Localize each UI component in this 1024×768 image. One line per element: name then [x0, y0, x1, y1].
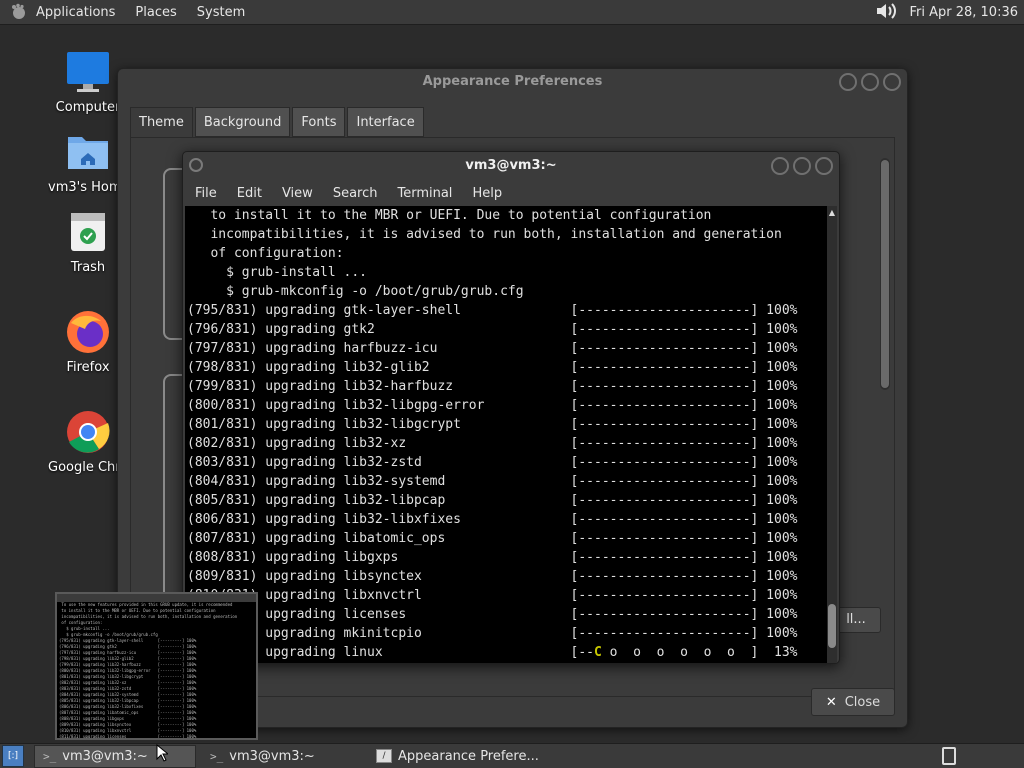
desktop-icon-label: vm3's Home	[48, 180, 128, 195]
terminal-line: (795/831) upgrading gtk-layer-shell [---…	[187, 303, 798, 318]
terminal-line: (812/831) upgrading mkinitcpio [--------…	[187, 626, 798, 641]
task-terminal-1[interactable]: >_ vm3@vm3:~	[34, 744, 196, 768]
monitor-icon	[64, 48, 112, 96]
task-label: vm3@vm3:~	[62, 748, 148, 764]
window-controls	[839, 73, 901, 91]
terminal-line: incompatibilities, it is advised to run …	[187, 227, 782, 242]
terminal-line: (800/831) upgrading lib32-libgpg-error […	[187, 398, 798, 413]
trash-icon	[64, 208, 112, 256]
terminal-screen[interactable]: to install it to the MBR or UEFI. Due to…	[185, 206, 827, 663]
menu-terminal[interactable]: Terminal	[387, 181, 462, 206]
close-icon: ✕	[825, 694, 837, 710]
minimize-button[interactable]	[839, 73, 857, 91]
window-preview-thumbnail[interactable]: To use the new features provided in this…	[55, 592, 258, 740]
terminal-menubar: File Edit View Search Terminal Help	[183, 180, 839, 206]
desktop-icon-label: Computer	[55, 100, 121, 115]
task-label: Appearance Prefere...	[398, 748, 539, 764]
terminal-icon: >_	[210, 749, 224, 763]
trash-applet-icon[interactable]	[942, 747, 956, 765]
panel-right: Fri Apr 28, 10:36	[875, 0, 1020, 25]
desktop-icon-label: Google Chrome	[48, 460, 128, 475]
terminal-menu-icon[interactable]	[189, 158, 203, 172]
menu-places[interactable]: Places	[125, 0, 186, 25]
scrollbar-thumb[interactable]	[828, 604, 836, 648]
tab-interface[interactable]: Interface	[347, 107, 424, 137]
volume-icon[interactable]	[875, 1, 899, 25]
terminal-line: (807/831) upgrading libatomic_ops [-----…	[187, 531, 798, 546]
terminal-line: (811/831) upgrading licenses [----------…	[187, 607, 798, 622]
terminal-line: (804/831) upgrading lib32-systemd [-----…	[187, 474, 798, 489]
maximize-button[interactable]	[793, 157, 811, 175]
terminal-line: (803/831) upgrading lib32-zstd [--------…	[187, 455, 798, 470]
terminal-line: to install it to the MBR or UEFI. Due to…	[187, 208, 712, 223]
terminal-line: (810/831) upgrading libxnvctrl [--------…	[187, 588, 798, 603]
tab-background[interactable]: Background	[194, 107, 291, 137]
desktop-icon-label: Trash	[70, 260, 106, 275]
show-desktop-icon[interactable]: [:]	[2, 745, 24, 767]
thumb-terminal-text: To use the new features provided in this…	[57, 602, 256, 738]
close-button[interactable]: ✕ Close	[811, 688, 895, 716]
terminal-window: vm3@vm3:~ File Edit View Search Terminal…	[182, 151, 840, 664]
top-panel: Applications Places System Fri Apr 28, 1…	[0, 0, 1024, 25]
maximize-button[interactable]	[861, 73, 879, 91]
close-window-button[interactable]	[883, 73, 901, 91]
menu-edit[interactable]: Edit	[227, 181, 272, 206]
window-title[interactable]: Appearance Preferences	[118, 69, 907, 95]
panel-scrollbar[interactable]	[880, 158, 890, 390]
menu-system[interactable]: System	[187, 0, 255, 25]
terminal-line: of configuration:	[187, 246, 344, 261]
terminal-icon: >_	[43, 749, 57, 763]
minimize-button[interactable]	[771, 157, 789, 175]
menu-help[interactable]: Help	[462, 181, 512, 206]
terminal-line: (801/831) upgrading lib32-libgcrypt [---…	[187, 417, 798, 432]
terminal-line: $ grub-mkconfig -o /boot/grub/grub.cfg	[187, 284, 524, 299]
terminal-line: (806/831) upgrading lib32-libxfixes [---…	[187, 512, 798, 527]
terminal-line: (805/831) upgrading lib32-libpcap [-----…	[187, 493, 798, 508]
menu-applications[interactable]: Applications	[30, 0, 125, 25]
close-label: Close	[844, 694, 881, 710]
terminal-line: (797/831) upgrading harfbuzz-icu [------…	[187, 341, 798, 356]
thumb-menubar	[57, 594, 256, 602]
home-folder-icon	[64, 128, 112, 176]
terminal-line: (808/831) upgrading libgxps [-----------…	[187, 550, 798, 565]
terminal-scrollbar[interactable]: ▲	[827, 206, 837, 663]
mouse-cursor	[156, 743, 170, 766]
terminal-line: (798/831) upgrading lib32-glib2 [-------…	[187, 360, 798, 375]
close-window-button[interactable]	[815, 157, 833, 175]
gnome-foot-icon[interactable]	[8, 1, 30, 23]
desktop-icon-label: Firefox	[66, 360, 110, 375]
terminal-line: (809/831) upgrading libsynctex [--------…	[187, 569, 798, 584]
appearance-icon: /	[376, 749, 392, 763]
clock[interactable]: Fri Apr 28, 10:36	[907, 0, 1020, 25]
tab-fonts[interactable]: Fonts	[292, 107, 346, 137]
menu-view[interactable]: View	[272, 181, 323, 206]
firefox-icon	[64, 308, 112, 356]
task-terminal-2[interactable]: >_ vm3@vm3:~	[202, 745, 362, 768]
terminal-line: (813/831) upgrading linux [--C o o o o o…	[187, 645, 798, 660]
scrollbar-thumb[interactable]	[881, 160, 889, 388]
tab-bar: Theme Background Fonts Interface	[130, 107, 426, 139]
terminal-window-controls	[771, 157, 833, 175]
task-label: vm3@vm3:~	[229, 748, 315, 764]
task-appearance[interactable]: / Appearance Prefere...	[368, 745, 547, 768]
terminal-line: $ grub-install ...	[187, 265, 368, 280]
terminal-line: (796/831) upgrading gtk2 [--------------…	[187, 322, 798, 337]
menu-search[interactable]: Search	[323, 181, 388, 206]
terminal-title[interactable]: vm3@vm3:~	[183, 152, 839, 180]
terminal-line: (802/831) upgrading lib32-xz [----------…	[187, 436, 798, 451]
tab-theme[interactable]: Theme	[130, 107, 193, 139]
terminal-line: (799/831) upgrading lib32-harfbuzz [----…	[187, 379, 798, 394]
menu-file[interactable]: File	[185, 181, 227, 206]
scroll-up-arrow[interactable]: ▲	[827, 208, 837, 217]
chrome-icon	[64, 408, 112, 456]
bottom-taskbar: [:] >_ vm3@vm3:~ >_ vm3@vm3:~ / Appearan…	[0, 743, 1024, 768]
